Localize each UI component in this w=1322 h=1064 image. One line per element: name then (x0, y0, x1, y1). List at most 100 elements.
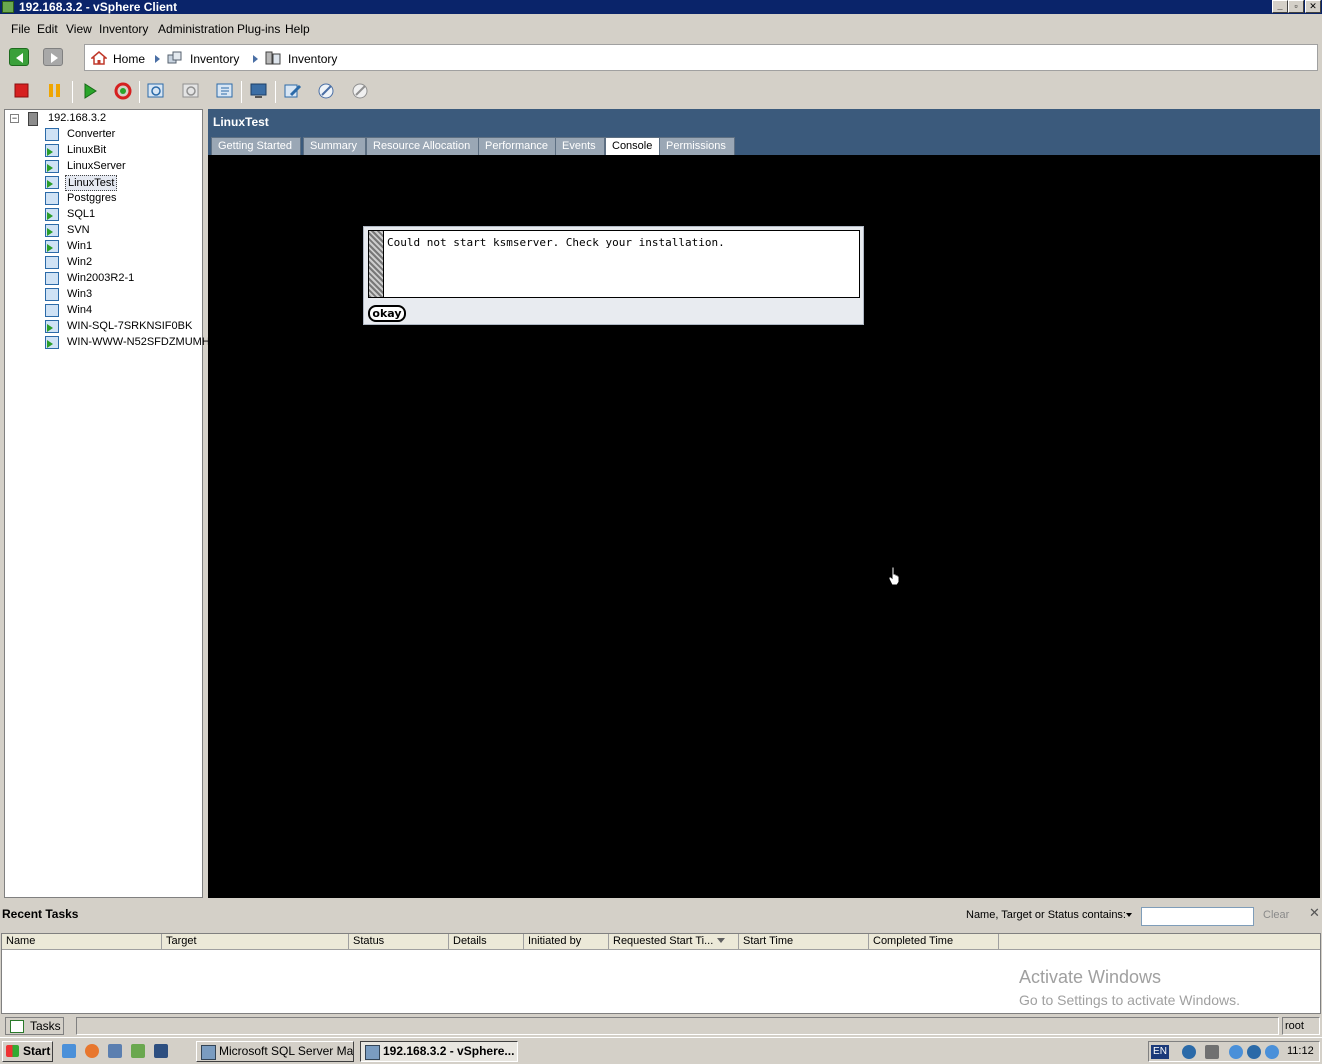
help-tray-icon[interactable] (1182, 1045, 1196, 1059)
tree-vm-row[interactable]: SQL1 (5, 207, 202, 223)
menu-edit[interactable]: Edit (37, 22, 58, 36)
vm-label: SVN (67, 224, 90, 236)
language-indicator[interactable]: EN (1151, 1045, 1169, 1059)
tree-vm-row[interactable]: Win2 (5, 255, 202, 271)
tab-performance[interactable]: Performance (478, 137, 557, 155)
vm-powered-on-icon (45, 176, 59, 189)
tree-vm-row[interactable]: WIN-WWW-N52SFDZMUMH (5, 335, 210, 351)
column-start-time[interactable]: Start Time (739, 934, 869, 950)
breadcrumb-home[interactable]: Home (113, 52, 145, 66)
tab-resource-allocation[interactable]: Resource Allocation (366, 137, 480, 155)
close-button[interactable]: ✕ (1305, 0, 1321, 13)
tree-vm-row[interactable]: SVN (5, 223, 202, 239)
windows-taskbar: Start Microsoft SQL Server Ma... 192.168… (0, 1037, 1322, 1064)
back-arrow-icon[interactable] (9, 48, 29, 66)
okay-button[interactable]: okay (368, 305, 406, 322)
minimize-button[interactable]: _ (1272, 0, 1288, 13)
menu-view[interactable]: View (66, 22, 92, 36)
tree-vm-row[interactable]: Win3 (5, 287, 202, 303)
revert-snapshot-icon[interactable] (181, 81, 201, 101)
start-button[interactable]: Start (2, 1041, 53, 1062)
tab-events[interactable]: Events (555, 137, 605, 155)
vsphere-quicklaunch-icon[interactable] (131, 1044, 145, 1058)
tree-vm-row[interactable]: Converter (5, 127, 202, 143)
explorer-quicklaunch-icon[interactable] (108, 1044, 122, 1058)
column-requested-start-time-label: Requested Start Ti... (613, 935, 714, 947)
column-completed-time[interactable]: Completed Time (869, 934, 999, 950)
power-off-icon[interactable] (12, 81, 32, 101)
vm-label: Win3 (67, 288, 93, 300)
chevron-down-icon[interactable] (1126, 913, 1132, 920)
vm-console[interactable]: Could not start ksmserver. Check your in… (208, 155, 1320, 898)
filter-label[interactable]: Name, Target or Status contains: (966, 909, 1126, 921)
tree-vm-row[interactable]: LinuxServer (5, 159, 202, 175)
column-status[interactable]: Status (349, 934, 449, 950)
menu-file[interactable]: File (11, 22, 30, 36)
tree-host-row[interactable]: − 192.168.3.2 (5, 111, 202, 127)
snapshot-manager-icon[interactable] (215, 81, 235, 101)
inventory-tree[interactable]: − 192.168.3.2 Converter LinuxBit LinuxServ… (4, 109, 210, 898)
breadcrumb: Home Inventory Inventory (84, 44, 1318, 71)
migrate-icon[interactable] (317, 81, 337, 101)
clear-button[interactable]: Clear (1263, 909, 1289, 921)
vm-label: Win1 (67, 240, 93, 252)
tree-vm-row[interactable]: Win4 (5, 303, 202, 319)
forward-arrow-icon[interactable] (43, 48, 63, 66)
title-bar[interactable]: 192.168.3.2 - vSphere Client _ ▫ ✕ (0, 0, 1322, 14)
menu-administration[interactable]: Administration (158, 22, 234, 36)
menu-inventory[interactable]: Inventory (99, 22, 148, 36)
tab-console[interactable]: Console (605, 137, 662, 155)
breadcrumb-inventory-current[interactable]: Inventory (288, 52, 337, 66)
tree-vm-row[interactable]: LinuxTest (5, 175, 202, 191)
column-target[interactable]: Target (162, 934, 349, 950)
tree-vm-row[interactable]: LinuxBit (5, 143, 202, 159)
column-name[interactable]: Name (2, 934, 162, 950)
menu-plugins[interactable]: Plug-ins (237, 22, 280, 36)
vm-label: Win2003R2-1 (67, 272, 135, 284)
tree-vm-row[interactable]: Win1 (5, 239, 202, 255)
snapshot-icon[interactable] (146, 81, 166, 101)
vm-powered-off-icon (45, 256, 59, 269)
edit-settings-icon[interactable] (283, 81, 303, 101)
close-icon[interactable]: ✕ (1309, 905, 1320, 921)
reset-icon[interactable] (113, 81, 133, 101)
vm-powered-off-icon (45, 272, 59, 285)
open-console-icon[interactable] (249, 81, 269, 101)
suspend-icon[interactable] (45, 81, 65, 101)
menu-help[interactable]: Help (285, 22, 310, 36)
vm-title: LinuxTest (213, 115, 269, 129)
tree-vm-row[interactable]: WIN-SQL-7SRKNSIF0BK (5, 319, 202, 335)
host-label: 192.168.3.2 (48, 112, 107, 124)
tab-permissions[interactable]: Permissions (659, 137, 735, 155)
column-details[interactable]: Details (449, 934, 524, 950)
vm-powered-off-icon (45, 288, 59, 301)
tree-vm-row[interactable]: Postggres (5, 191, 202, 207)
clone-icon[interactable] (351, 81, 371, 101)
ie-quicklaunch-icon[interactable] (62, 1044, 76, 1058)
toolbar (0, 76, 1322, 106)
tab-getting-started[interactable]: Getting Started (211, 137, 301, 155)
powershell-quicklaunch-icon[interactable] (154, 1044, 168, 1058)
column-requested-start-time[interactable]: Requested Start Ti... (609, 934, 739, 950)
hand-cursor-icon (888, 566, 900, 586)
tab-summary[interactable]: Summary (303, 137, 367, 155)
vm-powered-on-icon (45, 320, 59, 333)
taskbar-vsphere-client[interactable]: 192.168.3.2 - vSphere... (360, 1041, 518, 1062)
collapse-icon[interactable]: − (10, 114, 19, 123)
toolbar-separator (72, 81, 73, 103)
breadcrumb-inventory[interactable]: Inventory (190, 52, 239, 66)
network-tray-icon[interactable] (1205, 1045, 1219, 1059)
globe-tray-icon[interactable] (1247, 1045, 1261, 1059)
vm-powered-on-icon (45, 160, 59, 173)
vmware-tray-icon[interactable] (1229, 1045, 1243, 1059)
column-initiated-by[interactable]: Initiated by (524, 934, 609, 950)
inventory-icon (167, 51, 183, 65)
tree-vm-row[interactable]: Win2003R2-1 (5, 271, 202, 287)
filter-input[interactable] (1141, 907, 1254, 926)
power-on-icon[interactable] (80, 81, 100, 101)
restore-button[interactable]: ▫ (1288, 0, 1304, 13)
sync-tray-icon[interactable] (1265, 1045, 1279, 1059)
firefox-quicklaunch-icon[interactable] (85, 1044, 99, 1058)
tasks-button[interactable]: Tasks (5, 1017, 64, 1035)
taskbar-sql-server[interactable]: Microsoft SQL Server Ma... (196, 1041, 354, 1062)
